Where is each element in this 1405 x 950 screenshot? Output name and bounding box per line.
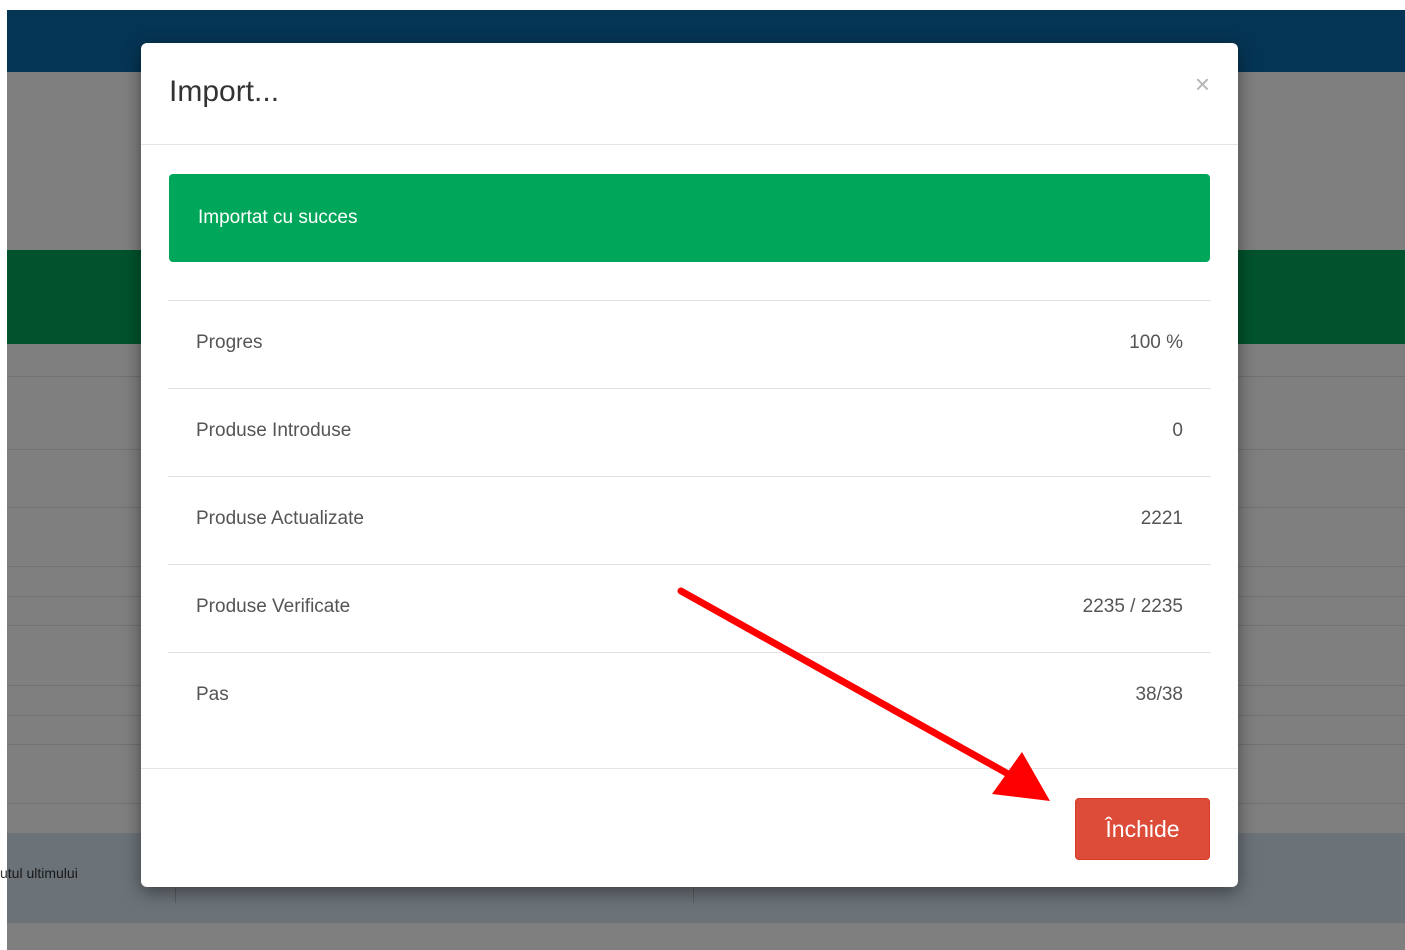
stat-label: Pas bbox=[196, 684, 229, 705]
success-alert: Importat cu succes bbox=[169, 174, 1210, 262]
stat-row-step: Pas 38/38 bbox=[168, 652, 1211, 740]
stat-value: 2235 / 2235 bbox=[1082, 596, 1183, 617]
stat-value: 0 bbox=[1172, 420, 1183, 441]
stat-value: 2221 bbox=[1140, 508, 1183, 529]
close-icon[interactable]: × bbox=[1195, 71, 1210, 97]
stat-row-updated: Produse Actualizate 2221 bbox=[168, 476, 1211, 564]
stat-row-inserted: Produse Introduse 0 bbox=[168, 388, 1211, 476]
stat-label: Progres bbox=[196, 332, 263, 353]
import-modal: Import... × Importat cu succes Progres 1… bbox=[141, 43, 1238, 887]
stat-row-verified: Produse Verificate 2235 / 2235 bbox=[168, 564, 1211, 652]
stat-value: 38/38 bbox=[1135, 684, 1183, 705]
stat-label: Produse Introduse bbox=[196, 420, 352, 441]
stat-value: 100 % bbox=[1129, 332, 1183, 353]
import-stats-table: Progres 100 % Produse Introduse 0 Produs… bbox=[168, 300, 1211, 740]
close-button[interactable]: Închide bbox=[1075, 798, 1210, 860]
stat-label: Produse Verificate bbox=[196, 596, 351, 617]
modal-footer: Închide bbox=[141, 768, 1238, 887]
stat-row-progress: Progres 100 % bbox=[168, 300, 1211, 388]
modal-title: Import... bbox=[169, 75, 280, 108]
stat-label: Produse Actualizate bbox=[196, 508, 364, 529]
modal-header: Import... × bbox=[141, 43, 1238, 145]
